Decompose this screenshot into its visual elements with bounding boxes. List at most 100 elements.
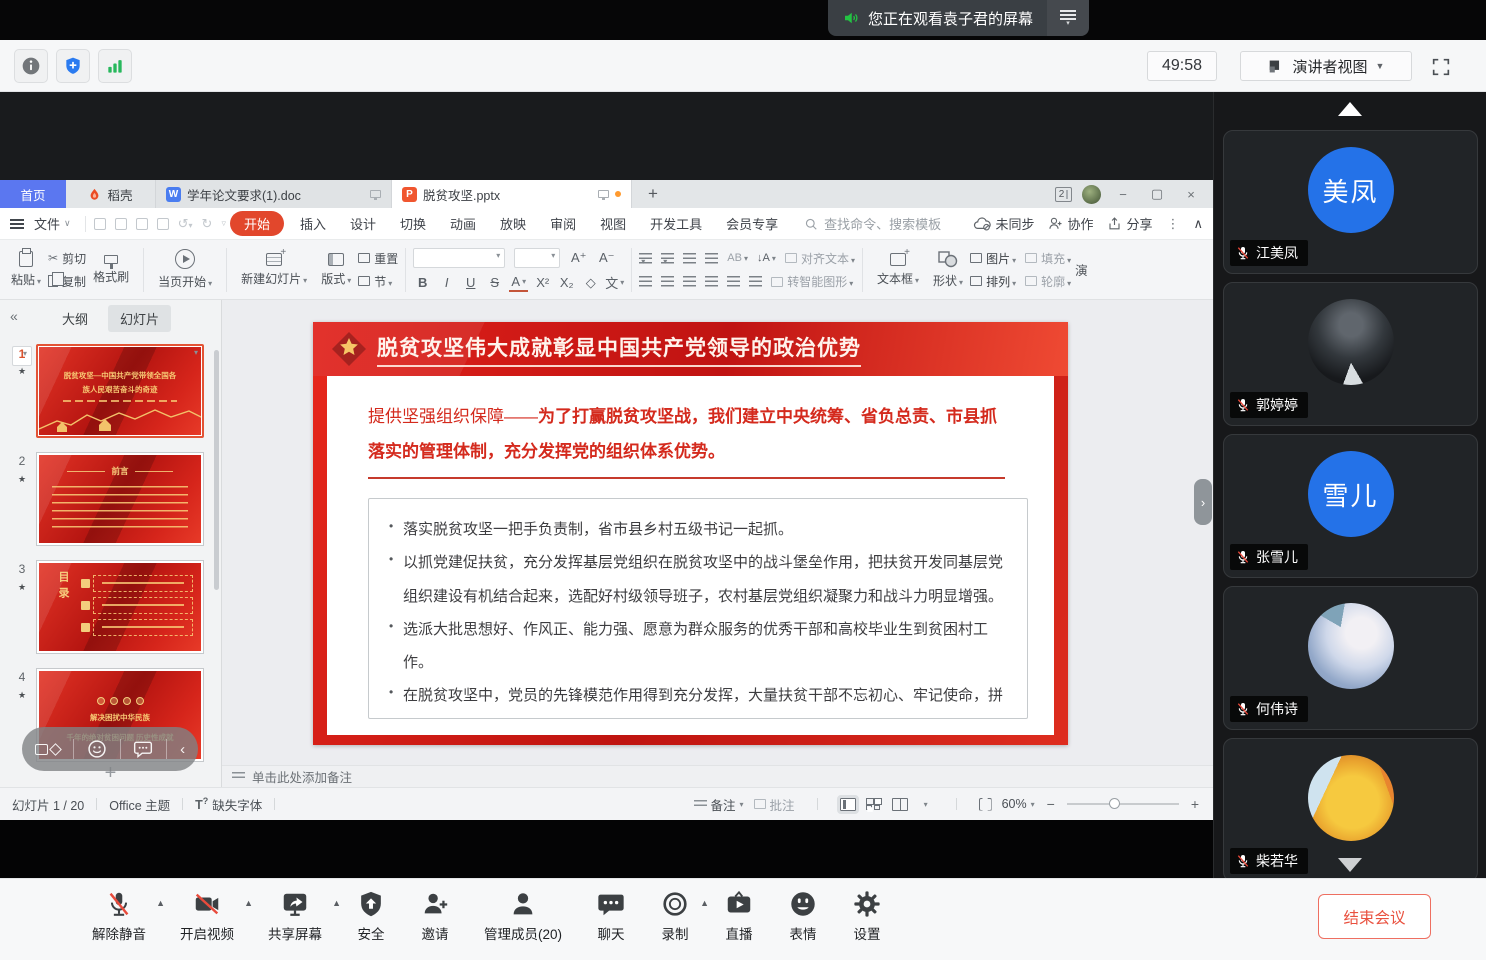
- increase-font-button[interactable]: A⁺: [569, 249, 588, 267]
- decrease-indent-button[interactable]: [683, 253, 696, 264]
- menu-tab-view[interactable]: 视图: [588, 214, 638, 233]
- reset-button[interactable]: 重置: [358, 250, 398, 267]
- minimize-button[interactable]: −: [1111, 187, 1135, 202]
- fill-button[interactable]: 填充: [1025, 250, 1071, 267]
- normal-view-button[interactable]: [840, 798, 856, 811]
- slide-lead-paragraph[interactable]: 提供坚强组织保障——为了打赢脱贫攻坚战，我们建立中央统筹、省负总责、市县抓落实的…: [368, 400, 1006, 470]
- font-family-input[interactable]: [413, 248, 505, 268]
- line-spacing-button[interactable]: [749, 276, 762, 287]
- menu-tab-slideshow[interactable]: 放映: [488, 214, 538, 233]
- menu-tab-start[interactable]: 开始: [230, 211, 284, 236]
- strikethrough-button[interactable]: S: [485, 274, 504, 292]
- scroll-up-arrow[interactable]: [1338, 102, 1362, 116]
- zoom-percent[interactable]: 60%▾: [1002, 797, 1035, 811]
- print-icon[interactable]: [136, 218, 148, 230]
- format-painter-button[interactable]: 格式刷: [86, 255, 136, 285]
- panel-expand-handle[interactable]: ›: [1194, 479, 1212, 525]
- align-right-button[interactable]: [683, 276, 696, 287]
- annotation-tools-button[interactable]: [35, 744, 60, 755]
- align-text-button[interactable]: 对齐文本: [785, 250, 855, 267]
- invite-button[interactable]: 邀请: [420, 889, 450, 943]
- reading-view-button[interactable]: [892, 798, 908, 811]
- video-options-caret[interactable]: ▲: [244, 898, 253, 908]
- banner-menu-button[interactable]: ▾: [1047, 0, 1089, 36]
- font-size-input[interactable]: [514, 248, 560, 268]
- editor-canvas[interactable]: 脱贫攻坚伟大成就彰显中国共产党领导的政治优势 提供坚强组织保障——为了打赢脱贫攻…: [222, 300, 1213, 765]
- mic-options-caret[interactable]: ▲: [156, 898, 165, 908]
- menu-tab-insert[interactable]: 插入: [288, 214, 338, 233]
- account-avatar[interactable]: [1082, 185, 1101, 204]
- meeting-info-button[interactable]: [14, 49, 48, 83]
- tab-home[interactable]: 首页: [0, 180, 66, 208]
- view-mode-select[interactable]: 演讲者视图 ▼: [1240, 51, 1412, 81]
- numbered-list-button[interactable]: [661, 253, 674, 264]
- pin-icon[interactable]: [370, 190, 381, 198]
- shapes-button[interactable]: 形状: [926, 250, 970, 289]
- outline-button[interactable]: 轮廓: [1025, 273, 1071, 290]
- align-center-button[interactable]: [661, 276, 674, 287]
- close-button[interactable]: ×: [1179, 187, 1203, 202]
- textbox-button[interactable]: 文本框: [870, 253, 926, 287]
- manage-members-button[interactable]: 管理成员(20): [484, 889, 562, 943]
- align-left-button[interactable]: [639, 276, 652, 287]
- share-button[interactable]: 分享: [1107, 214, 1152, 233]
- record-options-caret[interactable]: ▲: [700, 898, 709, 908]
- fullscreen-button[interactable]: [1426, 52, 1456, 82]
- slide-thumbnail-1[interactable]: 脱贫攻坚—中国共产党带领全国各 族人民艰苦奋斗的奇迹: [36, 344, 204, 438]
- slide-thumbnail-2[interactable]: 前言: [36, 452, 204, 546]
- quickbar-dropdown-icon[interactable]: ▿: [221, 218, 226, 229]
- window-count-badge[interactable]: 2: [1055, 187, 1072, 202]
- char-spacing-button[interactable]: AB: [727, 249, 748, 267]
- comment-button[interactable]: 批注: [754, 795, 795, 814]
- picture-button[interactable]: 图片: [970, 250, 1016, 267]
- subscript-button[interactable]: X₂: [557, 274, 576, 292]
- slide-layout-button[interactable]: 版式: [314, 253, 358, 287]
- chat-bubble-icon[interactable]: [133, 739, 153, 759]
- paste-button[interactable]: 粘贴: [4, 251, 48, 288]
- tab-document-pptx-active[interactable]: P 脱贫攻坚.pptx: [392, 180, 632, 208]
- end-meeting-button[interactable]: 结束会议: [1318, 894, 1431, 939]
- preview-icon[interactable]: [157, 218, 169, 230]
- increase-indent-button[interactable]: [705, 253, 718, 264]
- save-icon[interactable]: [94, 218, 106, 230]
- tab-docer[interactable]: 稻壳: [66, 180, 156, 208]
- security-shield-button[interactable]: [56, 49, 90, 83]
- quick-access-toolbar[interactable]: ↺▾ ↻ ▿: [94, 216, 226, 232]
- bold-button[interactable]: B: [413, 274, 432, 292]
- view-dropdown-icon[interactable]: ▾: [924, 800, 928, 809]
- fit-slide-button[interactable]: [979, 798, 992, 811]
- tab-slides[interactable]: 幻灯片: [108, 305, 171, 332]
- command-search[interactable]: 查找命令、搜索模板: [804, 214, 941, 233]
- collapse-ribbon-icon[interactable]: ∧: [1193, 216, 1203, 232]
- file-menu[interactable]: 文件 ∨: [10, 214, 77, 233]
- new-tab-button[interactable]: +: [632, 180, 674, 208]
- slide-bullet-box[interactable]: 落实脱贫攻坚一把手负责制，省市县乡村五级书记一起抓。 以抓党建促扶贫，充分发挥基…: [368, 498, 1028, 719]
- panel-collapse-icon[interactable]: «: [10, 308, 18, 324]
- emoji-button[interactable]: 表情: [788, 889, 818, 943]
- live-button[interactable]: 直播: [724, 889, 754, 943]
- font-color-button[interactable]: A: [509, 274, 528, 292]
- chat-button[interactable]: 聊天: [596, 889, 626, 943]
- tab-outline[interactable]: 大纲: [50, 305, 100, 332]
- slide-editor[interactable]: 脱贫攻坚伟大成就彰显中国共产党领导的政治优势 提供坚强组织保障——为了打赢脱贫攻…: [313, 322, 1068, 745]
- menu-tab-devtools[interactable]: 开发工具: [638, 214, 714, 233]
- unmute-button[interactable]: 解除静音 ▲: [92, 889, 146, 943]
- menu-tab-transition[interactable]: 切换: [388, 214, 438, 233]
- zoom-in-button[interactable]: +: [1189, 796, 1201, 812]
- settings-button[interactable]: 设置: [852, 889, 882, 943]
- arrange-button[interactable]: 排列: [970, 273, 1016, 290]
- security-button[interactable]: 安全: [356, 889, 386, 943]
- convert-smartart-button[interactable]: 转智能图形: [771, 273, 853, 290]
- justify-button[interactable]: [705, 276, 718, 287]
- zoom-slider[interactable]: [1067, 803, 1179, 805]
- play-from-current-button[interactable]: 当页开始: [151, 249, 219, 290]
- sync-status[interactable]: 未同步: [973, 214, 1034, 233]
- panel-scrollbar[interactable]: [214, 350, 219, 590]
- theme-label[interactable]: Office 主题: [109, 795, 170, 814]
- more-menu-icon[interactable]: ⋮: [1166, 216, 1179, 232]
- network-quality-button[interactable]: [98, 49, 132, 83]
- slide-thumbnail-3[interactable]: 目录: [36, 560, 204, 654]
- missing-font-button[interactable]: T? 缺失字体: [195, 795, 262, 814]
- slide-title[interactable]: 脱贫攻坚伟大成就彰显中国共产党领导的政治优势: [377, 332, 861, 367]
- italic-button[interactable]: I: [437, 274, 456, 292]
